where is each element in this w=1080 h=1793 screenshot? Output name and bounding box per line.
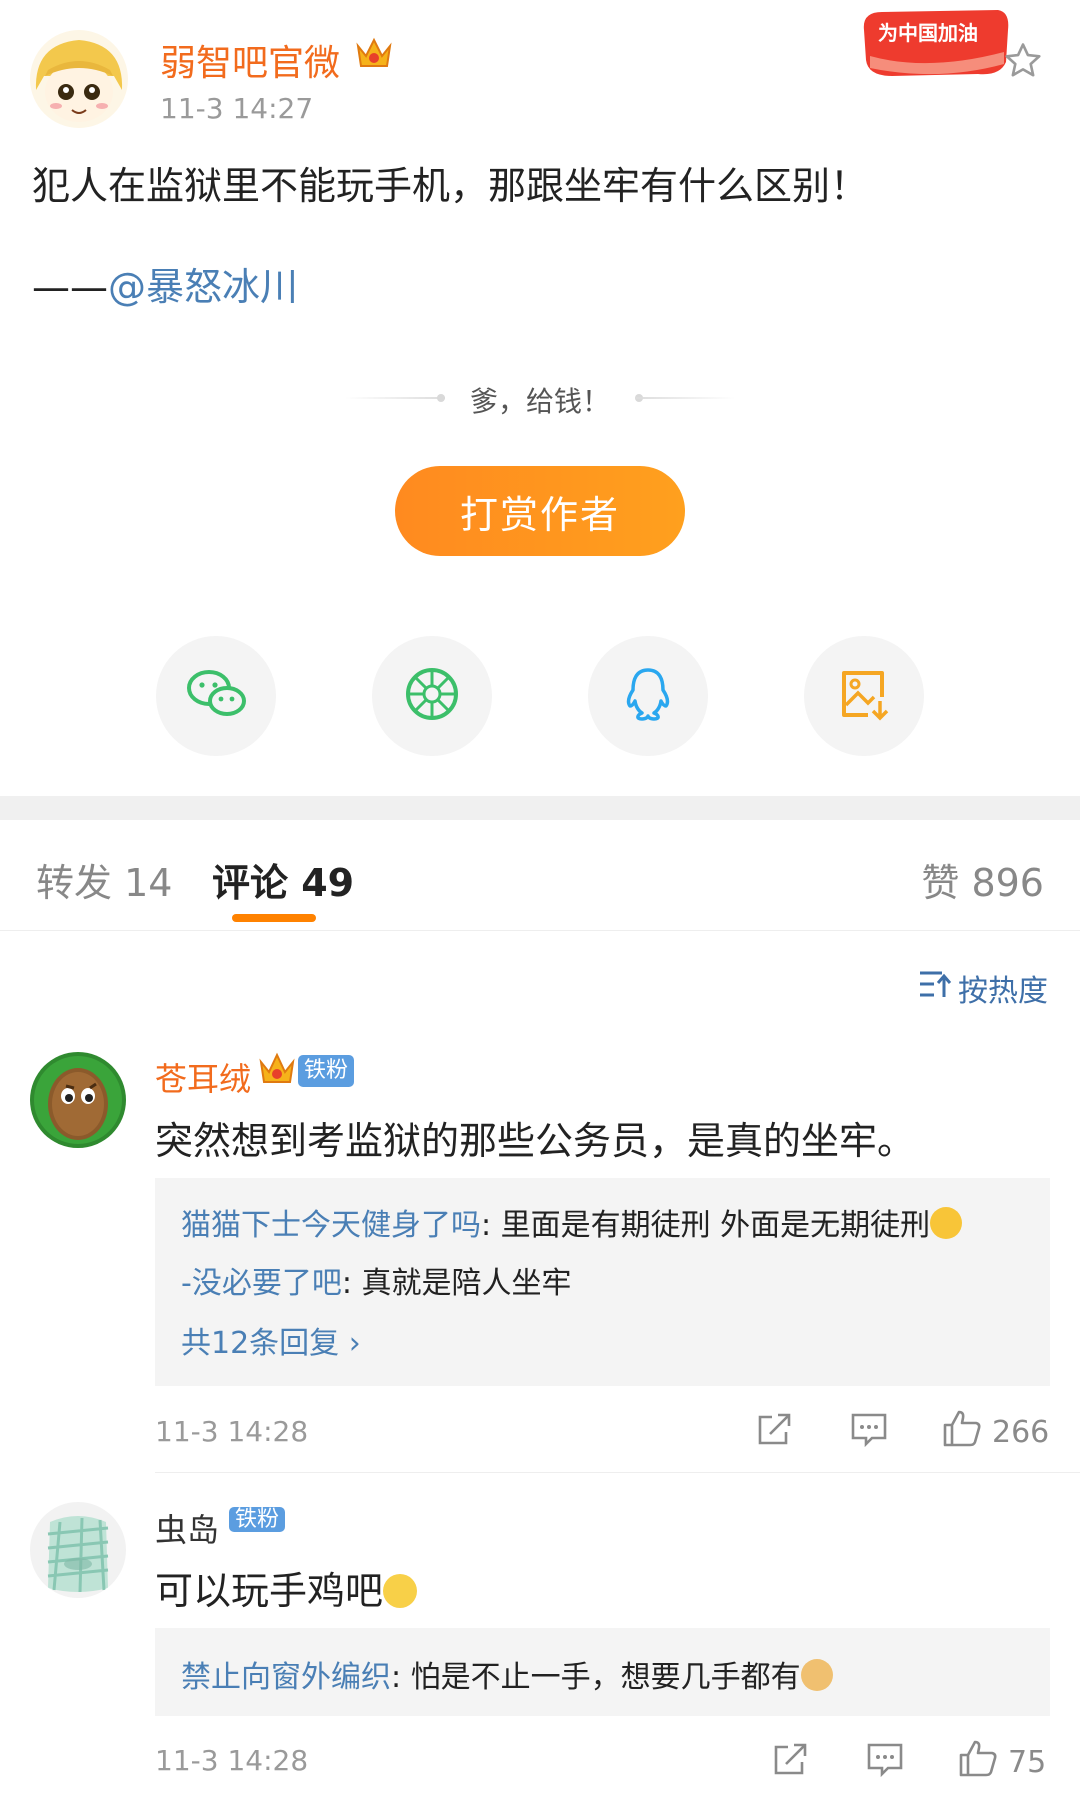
mention-link[interactable]: @暴怒冰川 [108,265,298,309]
share-out-icon [772,1740,810,1786]
active-tab-indicator [232,914,316,922]
reply-user[interactable]: -没必要了吧 [181,1266,342,1301]
comment-avatar[interactable] [30,1052,126,1148]
like-count: 266 [992,1414,1050,1450]
reply-comment-button[interactable] [850,1410,888,1456]
star-icon[interactable] [1002,40,1044,86]
reply-item: 禁止向窗外编织: 怕是不止一手，想要几手都有 [181,1652,833,1696]
qq-icon [622,666,674,726]
comment-text-content: 可以玩手鸡吧 [155,1569,384,1613]
reply-user[interactable]: 猫猫下士今天健身了吗 [181,1208,481,1243]
reply-comment-button[interactable] [866,1740,904,1786]
reply-item: -没必要了吧: 真就是陪人坐牢 [181,1258,571,1302]
share-moments-button[interactable] [372,636,492,756]
vip-crown-icon [355,36,393,74]
more-replies-link[interactable]: 共12条回复 › [181,1318,361,1362]
reward-divider-right [635,397,735,399]
comment-text: 突然想到考监狱的那些公务员，是真的坐牢。 [155,1119,916,1163]
like-comment-button[interactable]: 266 [942,1408,1049,1456]
crying-emoji-icon [930,1207,963,1239]
section-divider [0,796,1080,820]
vip-crown-icon [258,1050,298,1092]
reward-divider-left [345,397,445,399]
share-save-image-button[interactable] [804,636,924,756]
sort-label: 按热度 [958,974,1048,1009]
moments-icon [404,666,460,726]
post-text: 犯人在监狱里不能玩手机，那跟坐牢有什么区别！ [32,164,869,208]
promo-sticker[interactable]: 为中国加油 [858,6,1012,78]
thumbs-up-icon [958,1738,998,1786]
tab-likes[interactable]: 赞 896 [921,852,1044,907]
comment-text: 可以玩手鸡吧 [155,1560,418,1615]
reward-prompt: 爹，给钱！ [469,385,610,418]
comment-time: 11-3 14:28 [155,1415,309,1448]
wechat-icon [185,668,247,724]
sort-by-hotness-button[interactable]: 按热度 [918,966,1048,1010]
comment-user-name[interactable]: 虫岛 [155,1505,219,1551]
comment-time: 11-3 14:28 [155,1744,309,1777]
post-mention-line: ——@暴怒冰川 [32,256,298,311]
doge-emoji-icon [800,1659,833,1691]
author-name[interactable]: 弱智吧官微 [160,34,340,86]
reply-preview-box[interactable]: 猫猫下士今天健身了吗: 里面是有期徒刑 外面是无期徒刑 -没必要了吧: 真就是陪… [155,1178,1050,1386]
share-out-icon [756,1410,794,1456]
reply-text: : 怕是不止一手，想要几手都有 [391,1660,801,1695]
share-qq-button[interactable] [588,636,708,756]
comment-separator [155,1472,1080,1473]
save-image-icon [838,667,890,725]
reward-author-button[interactable]: 打赏作者 [395,466,685,556]
comment-bubble-icon [866,1740,904,1786]
comment-avatar[interactable] [30,1502,126,1598]
like-comment-button[interactable]: 75 [958,1738,1046,1786]
tab-comments[interactable]: 评论 49 [212,852,354,907]
repost-comment-button[interactable] [772,1740,810,1786]
author-avatar[interactable] [30,30,128,128]
promo-label: 为中国加油 [878,21,978,45]
comment-badges: 铁粉 [229,1504,286,1536]
sort-icon [918,969,952,1007]
fan-badge: 铁粉 [229,1507,286,1532]
tabs-border [0,930,1080,931]
share-wechat-button[interactable] [156,636,276,756]
mention-prefix: —— [32,265,108,309]
thinking-emoji-icon [383,1574,418,1608]
comment-user-name[interactable]: 苍耳绒 [155,1054,251,1100]
post-time: 11-3 14:27 [160,92,314,125]
fan-badge: 铁粉 [298,1055,355,1087]
like-count: 75 [1008,1744,1047,1780]
reply-item: 猫猫下士今天健身了吗: 里面是有期徒刑 外面是无期徒刑 [181,1200,963,1244]
reply-user[interactable]: 禁止向窗外编织 [181,1660,391,1695]
comment-badges: 铁粉 [258,1050,355,1092]
tab-reposts[interactable]: 转发 14 [36,852,172,907]
thumbs-up-icon [942,1408,982,1456]
repost-comment-button[interactable] [756,1410,794,1456]
reply-text: : 真就是陪人坐牢 [341,1266,572,1301]
reply-text: : 里面是有期徒刑 外面是无期徒刑 [481,1208,931,1243]
reply-preview-box[interactable]: 禁止向窗外编织: 怕是不止一手，想要几手都有 [155,1628,1050,1716]
comment-bubble-icon [850,1410,888,1456]
